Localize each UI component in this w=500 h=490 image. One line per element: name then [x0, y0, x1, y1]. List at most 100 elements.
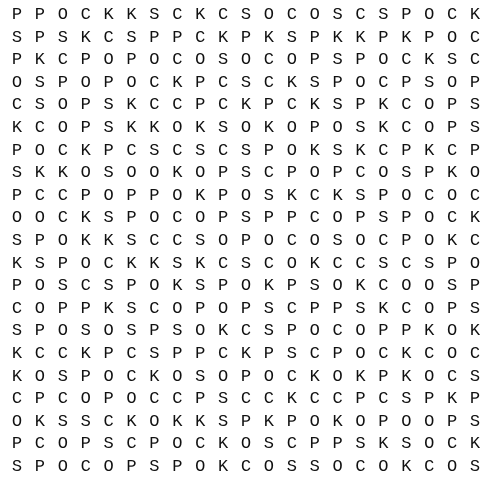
grid-letter[interactable]: P [464, 73, 486, 94]
grid-letter[interactable]: C [143, 299, 165, 320]
grid-letter[interactable]: C [281, 5, 303, 26]
grid-letter[interactable]: O [464, 254, 486, 275]
grid-letter[interactable]: C [258, 163, 280, 184]
grid-letter[interactable]: S [464, 367, 486, 388]
grid-letter[interactable]: C [98, 412, 120, 433]
grid-letter[interactable]: O [258, 5, 280, 26]
grid-letter[interactable]: C [372, 141, 394, 162]
grid-letter[interactable]: K [143, 367, 165, 388]
grid-letter[interactable]: O [98, 186, 120, 207]
grid-letter[interactable]: O [6, 412, 28, 433]
grid-letter[interactable]: S [212, 389, 234, 410]
grid-letter[interactable]: K [350, 141, 372, 162]
grid-letter[interactable]: C [327, 254, 349, 275]
grid-letter[interactable]: S [29, 95, 51, 116]
grid-letter[interactable]: C [143, 231, 165, 252]
grid-letter[interactable]: O [327, 367, 349, 388]
grid-letter[interactable]: S [281, 457, 303, 478]
grid-letter[interactable]: K [304, 254, 326, 275]
grid-letter[interactable]: O [235, 434, 257, 455]
grid-letter[interactable]: S [121, 231, 143, 252]
grid-letter[interactable]: S [235, 73, 257, 94]
grid-letter[interactable]: O [395, 412, 417, 433]
grid-letter[interactable]: O [29, 299, 51, 320]
grid-letter[interactable]: O [6, 73, 28, 94]
grid-letter[interactable]: S [98, 118, 120, 139]
grid-letter[interactable]: O [395, 276, 417, 297]
grid-letter[interactable]: K [327, 28, 349, 49]
grid-letter[interactable]: K [350, 276, 372, 297]
grid-letter[interactable]: P [6, 434, 28, 455]
grid-letter[interactable]: S [189, 231, 211, 252]
grid-letter[interactable]: C [189, 434, 211, 455]
grid-letter[interactable]: P [304, 28, 326, 49]
grid-letter[interactable]: S [258, 299, 280, 320]
grid-letter[interactable]: C [418, 344, 440, 365]
grid-letter[interactable]: P [395, 321, 417, 342]
grid-letter[interactable]: S [6, 457, 28, 478]
grid-letter[interactable]: O [418, 118, 440, 139]
grid-letter[interactable]: S [304, 457, 326, 478]
grid-letter[interactable]: P [372, 186, 394, 207]
grid-letter[interactable]: S [121, 299, 143, 320]
grid-letter[interactable]: K [327, 412, 349, 433]
grid-letter[interactable]: K [29, 163, 51, 184]
grid-letter[interactable]: O [189, 208, 211, 229]
grid-letter[interactable]: K [98, 299, 120, 320]
grid-letter[interactable]: K [121, 5, 143, 26]
grid-letter[interactable]: K [143, 118, 165, 139]
grid-letter[interactable]: C [418, 457, 440, 478]
grid-letter[interactable]: O [189, 50, 211, 71]
grid-letter[interactable]: P [121, 457, 143, 478]
grid-letter[interactable]: K [281, 73, 303, 94]
grid-letter[interactable]: K [418, 50, 440, 71]
grid-letter[interactable]: O [143, 50, 165, 71]
grid-letter[interactable]: P [98, 141, 120, 162]
grid-letter[interactable]: C [212, 5, 234, 26]
grid-letter[interactable]: O [52, 118, 74, 139]
grid-letter[interactable]: K [121, 412, 143, 433]
grid-letter[interactable]: O [304, 231, 326, 252]
grid-letter[interactable]: O [441, 73, 463, 94]
grid-letter[interactable]: C [304, 186, 326, 207]
grid-letter[interactable]: S [6, 231, 28, 252]
grid-letter[interactable]: P [441, 299, 463, 320]
grid-letter[interactable]: C [52, 344, 74, 365]
grid-letter[interactable]: C [235, 457, 257, 478]
grid-letter[interactable]: K [189, 118, 211, 139]
grid-letter[interactable]: S [98, 434, 120, 455]
grid-letter[interactable]: S [464, 457, 486, 478]
grid-letter[interactable]: K [281, 389, 303, 410]
grid-letter[interactable]: S [6, 28, 28, 49]
grid-letter[interactable]: O [258, 231, 280, 252]
grid-letter[interactable]: O [52, 457, 74, 478]
grid-letter[interactable]: S [212, 118, 234, 139]
grid-letter[interactable]: P [281, 163, 303, 184]
grid-letter[interactable]: P [350, 389, 372, 410]
grid-letter[interactable]: C [350, 457, 372, 478]
grid-letter[interactable]: P [189, 73, 211, 94]
grid-letter[interactable]: K [464, 434, 486, 455]
grid-letter[interactable]: O [441, 321, 463, 342]
grid-letter[interactable]: C [212, 254, 234, 275]
grid-letter[interactable]: K [441, 163, 463, 184]
grid-letter[interactable]: O [166, 299, 188, 320]
grid-letter[interactable]: S [372, 254, 394, 275]
grid-letter[interactable]: S [189, 367, 211, 388]
grid-letter[interactable]: P [281, 208, 303, 229]
grid-letter[interactable]: S [121, 28, 143, 49]
grid-letter[interactable]: P [52, 73, 74, 94]
grid-letter[interactable]: C [75, 5, 97, 26]
grid-letter[interactable]: S [372, 208, 394, 229]
grid-letter[interactable]: O [327, 208, 349, 229]
grid-letter[interactable]: S [29, 254, 51, 275]
grid-letter[interactable]: C [121, 434, 143, 455]
grid-letter[interactable]: O [29, 208, 51, 229]
grid-letter[interactable]: P [75, 50, 97, 71]
grid-letter[interactable]: C [350, 163, 372, 184]
grid-letter[interactable]: O [212, 367, 234, 388]
grid-letter[interactable]: O [75, 254, 97, 275]
grid-letter[interactable]: K [6, 254, 28, 275]
grid-letter[interactable]: O [29, 276, 51, 297]
grid-letter[interactable]: C [258, 50, 280, 71]
